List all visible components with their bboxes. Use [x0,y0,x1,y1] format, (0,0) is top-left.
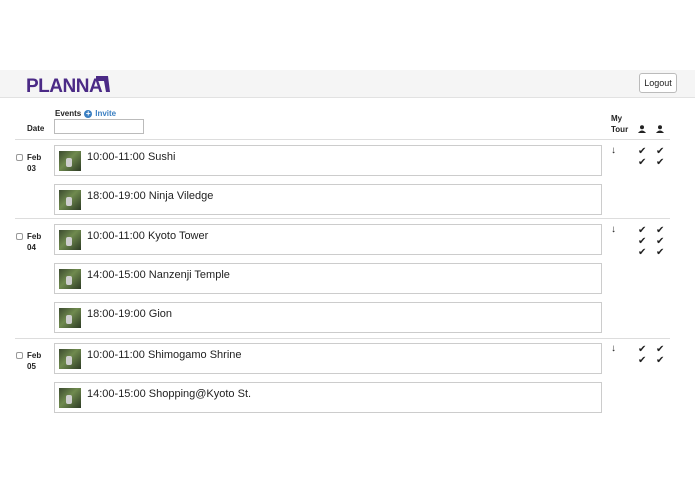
check-icon: ✔ [656,225,665,236]
invite-link[interactable]: Invite [95,109,116,118]
logout-button[interactable]: Logout [639,73,677,93]
day-checkbox[interactable] [16,352,23,359]
check-icon: ✔ [638,225,647,236]
top-bar: PLANNA Logout [0,70,695,98]
event-title: 10:00-11:00 Shimogamo Shrine [87,349,242,361]
check-icon: ✔ [638,236,647,247]
tour-label: Tour [611,125,629,134]
events-filter-input[interactable] [54,119,144,134]
check-icon: ✔ [638,157,647,168]
my-label: My [611,114,623,123]
divider [15,218,670,219]
check-icon: ✔ [638,355,647,366]
check-icon: ✔ [638,344,647,355]
planna-logo[interactable]: PLANNA [26,72,112,96]
check-icon: ✔ [656,146,665,157]
event-thumbnail [59,308,81,328]
events-header: Events + Invite [55,109,116,118]
event-title: 18:00-19:00 Gion [87,308,173,320]
event-thumbnail [59,230,81,250]
date-header: Date [27,124,45,133]
my-tour-header: My Tour [611,113,628,135]
event-card[interactable]: 14:00-15:00 Nanzenji Temple [54,263,602,294]
event-thumbnail [59,388,81,408]
check-icon: ✔ [656,236,665,247]
check-icon: ✔ [656,355,665,366]
arrow-down-icon[interactable]: ↓ [611,225,616,235]
event-card[interactable]: 18:00-19:00 Ninja Viledge [54,184,602,215]
arrow-down-icon[interactable]: ↓ [611,344,616,354]
day-checkbox[interactable] [16,233,23,240]
date-month: Feb [27,153,42,162]
divider [15,139,670,140]
person-icon [656,125,664,133]
event-thumbnail [59,269,81,289]
date-day: 04 [27,243,36,252]
event-thumbnail [59,190,81,210]
event-card[interactable]: 18:00-19:00 Gion [54,302,602,333]
event-thumbnail [59,151,81,171]
svg-text:PLANNA: PLANNA [26,76,103,96]
event-title: 10:00-11:00 Sushi [87,151,176,163]
date-day: 05 [27,362,36,371]
day-date: Feb 04 [27,231,41,253]
arrow-down-icon[interactable]: ↓ [611,146,616,156]
date-month: Feb [27,232,42,241]
day-date: Feb 03 [27,152,41,174]
check-icon: ✔ [638,247,647,258]
event-card[interactable]: 10:00-11:00 Shimogamo Shrine [54,343,602,374]
event-title: 14:00-15:00 Shopping@Kyoto St. [87,388,252,400]
date-month: Feb [27,351,42,360]
event-card[interactable]: 14:00-15:00 Shopping@Kyoto St. [54,382,602,413]
events-label: Events [55,109,82,118]
check-icon: ✔ [638,146,647,157]
divider [15,338,670,339]
check-icon: ✔ [656,344,665,355]
event-thumbnail [59,349,81,369]
date-day: 03 [27,164,36,173]
check-icon: ✔ [656,157,665,168]
day-date: Feb 05 [27,350,41,372]
day-checkbox[interactable] [16,154,23,161]
person-icon [638,125,646,133]
event-title: 14:00-15:00 Nanzenji Temple [87,269,230,281]
check-icon: ✔ [656,247,665,258]
event-title: 18:00-19:00 Ninja Viledge [87,190,214,202]
event-card[interactable]: 10:00-11:00 Kyoto Tower [54,224,602,255]
event-card[interactable]: 10:00-11:00 Sushi [54,145,602,176]
event-title: 10:00-11:00 Kyoto Tower [87,230,209,242]
plus-icon[interactable]: + [84,109,93,118]
